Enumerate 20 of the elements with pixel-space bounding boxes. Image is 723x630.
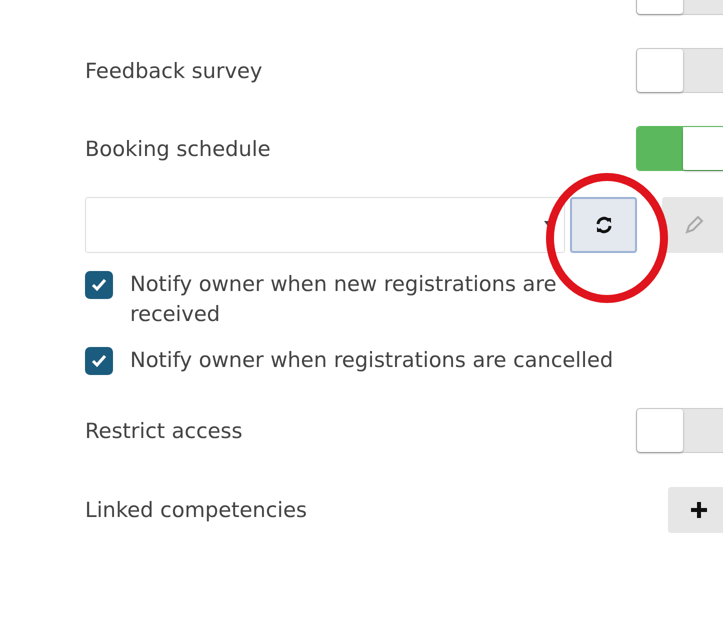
plus-icon — [690, 501, 708, 519]
setting-label: Feedback survey — [85, 58, 262, 82]
toggle-switch[interactable] — [636, 48, 723, 93]
setting-label: Booking schedule — [85, 136, 271, 160]
toggle-switch[interactable] — [636, 126, 723, 171]
setting-label: Restrict access — [85, 418, 242, 442]
checkbox-label: Notify owner when new registrations are received — [130, 271, 558, 328]
add-button[interactable] — [668, 487, 723, 533]
select-field[interactable] — [85, 197, 565, 253]
checkbox[interactable] — [85, 271, 113, 299]
checkbox[interactable] — [85, 347, 113, 375]
pencil-icon — [684, 215, 704, 235]
toggle-switch[interactable] — [636, 408, 723, 453]
check-icon — [91, 278, 107, 292]
refresh-icon — [594, 215, 614, 235]
checkbox-label: Notify owner when registrations are cancelled — [130, 347, 614, 374]
refresh-button[interactable] — [570, 197, 637, 253]
edit-button[interactable] — [662, 197, 723, 253]
check-icon — [91, 354, 107, 368]
setting-label: Linked competencies — [85, 498, 307, 522]
